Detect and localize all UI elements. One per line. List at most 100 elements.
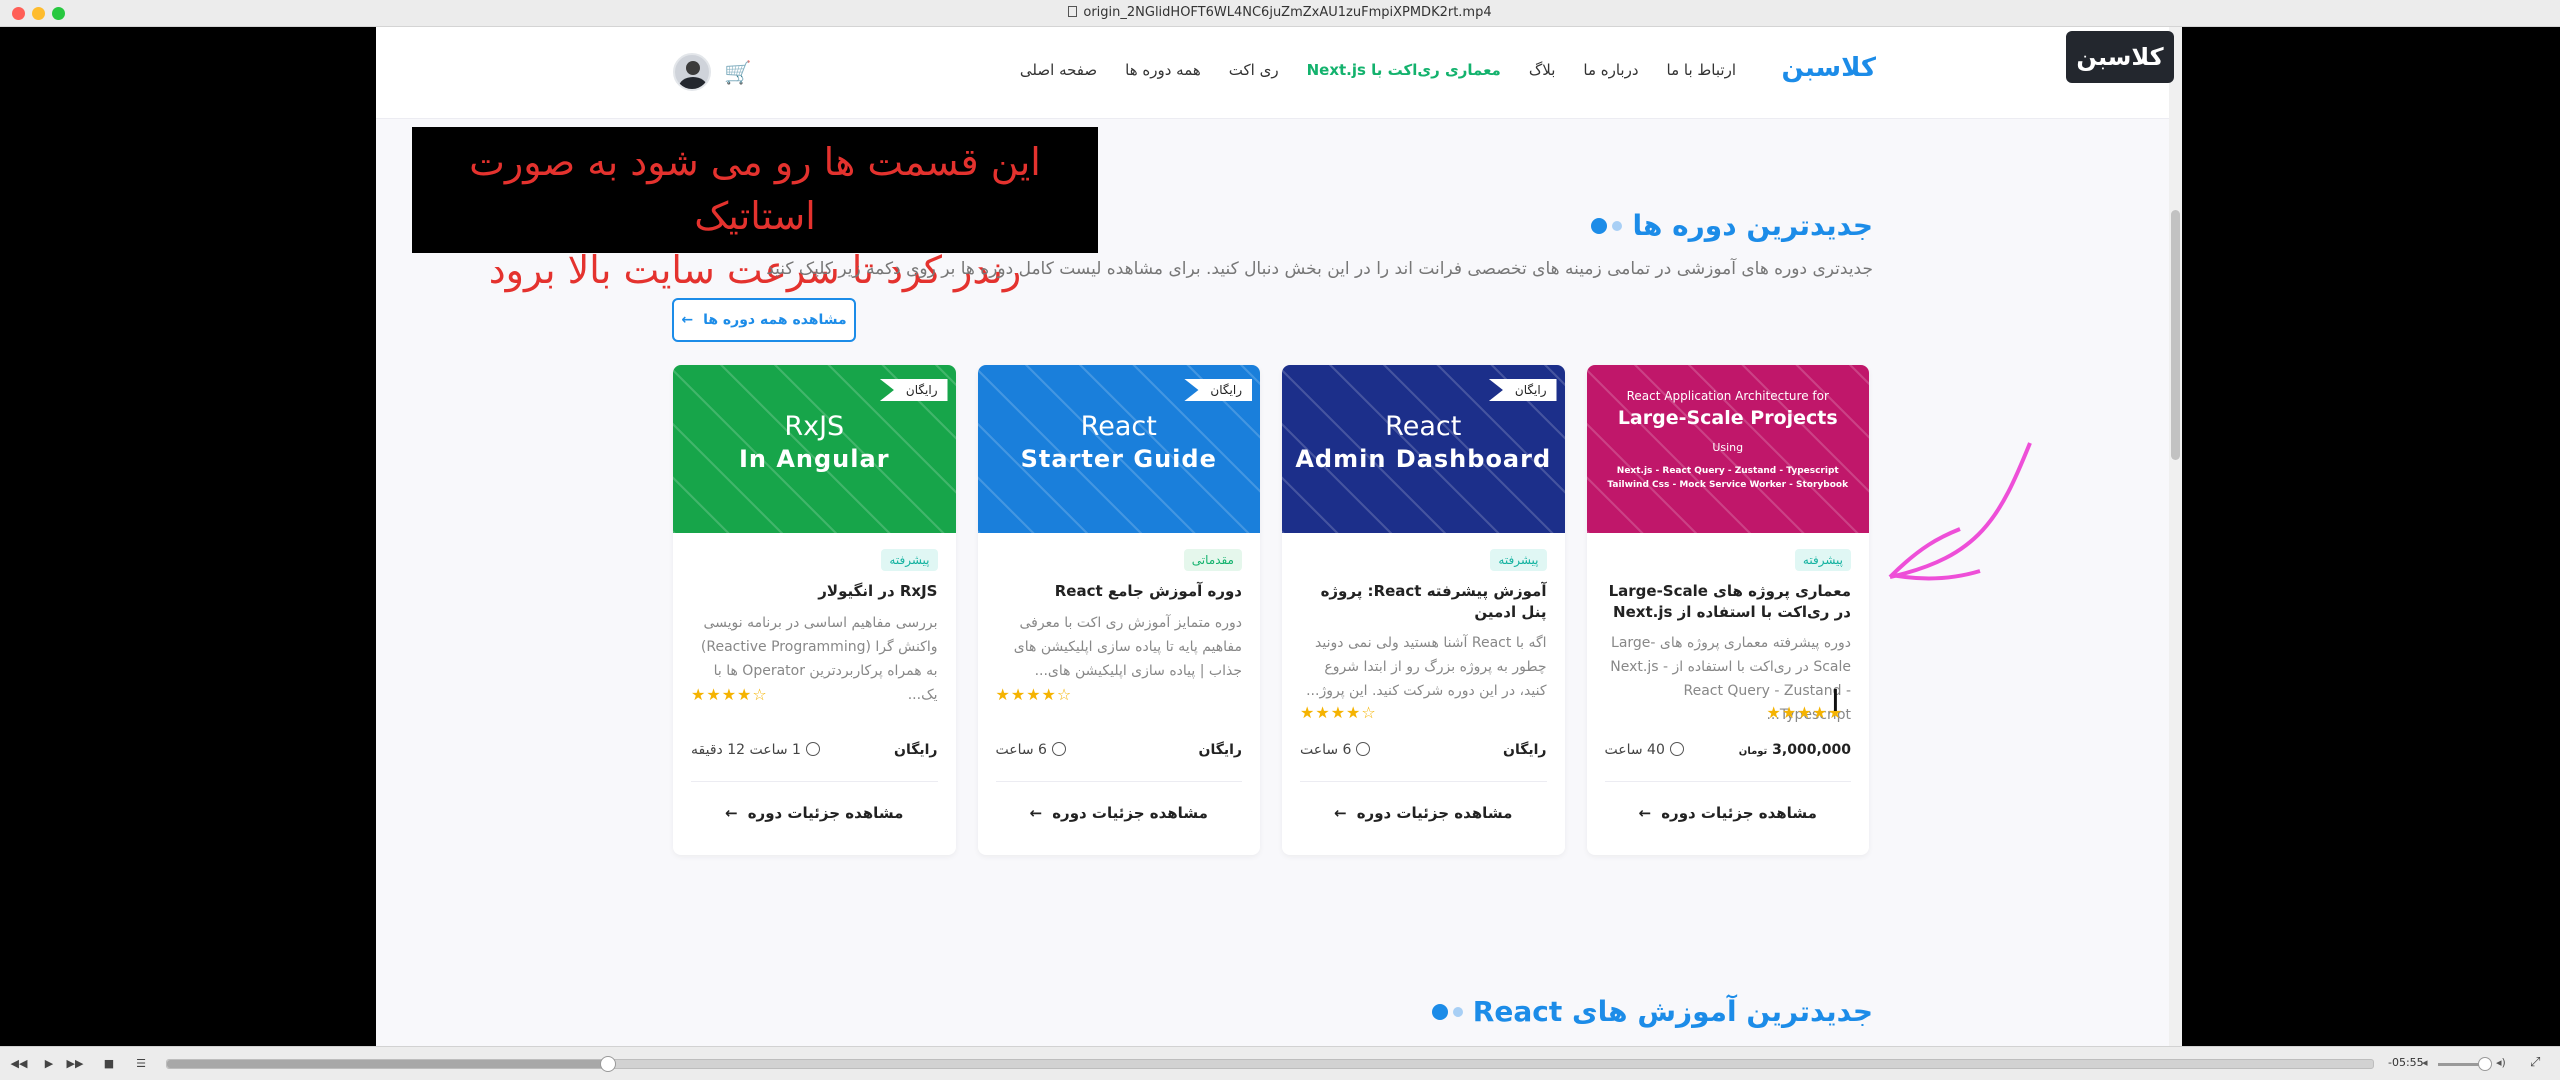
rewind-icon[interactable]: ◀◀	[8, 1055, 30, 1073]
view-all-courses-button[interactable]: مشاهده همه دوره ها ←	[672, 298, 856, 342]
thumb-line-5: Tailwind Css - Mock Service Worker - Sto…	[1607, 480, 1849, 490]
view-details-button[interactable]: مشاهده جزئیات دوره ←	[978, 795, 1261, 831]
thumb-line-2: Large-Scale Projects	[1617, 407, 1838, 429]
course-card-react-starter[interactable]: React Starter Guide رایگان مقدماتی دوره …	[977, 365, 1261, 855]
nav-home[interactable]: صفحه اصلی	[1020, 61, 1097, 79]
watermark-logo: کلاسبن	[2066, 31, 2174, 83]
course-card-large-scale[interactable]: React Application Architecture for Large…	[1586, 365, 1870, 855]
arrow-left-icon: ←	[1638, 804, 1652, 822]
seek-knob[interactable]	[600, 1056, 617, 1072]
arrow-left-icon: ←	[725, 804, 738, 822]
nav-contact[interactable]: ارتباط با ما	[1667, 61, 1736, 79]
section-subtitle: جدیدتری دوره های آموزشی در تمامی زمینه ه…	[766, 259, 1873, 279]
window-title: origin_2NGlidHOFT6WL4NC6juZmZxAU1zuFmpiX…	[0, 5, 2560, 20]
course-card-react-admin[interactable]: React Admin Dashboard رایگان پیشرفته آمو…	[1282, 365, 1565, 855]
remaining-time: -05:55	[2388, 1056, 2424, 1069]
thumb-line-1: React	[1080, 411, 1157, 442]
thumb-line-4: Next.js - React Query - Zustand - Typesc…	[1616, 466, 1839, 476]
cart-icon[interactable]: 🛒	[724, 61, 751, 86]
duration: 40 ساعت	[1605, 742, 1684, 758]
price: رایگان	[1198, 742, 1242, 758]
view-details-button[interactable]: مشاهده جزئیات دوره ←	[673, 795, 956, 831]
duration: 1 ساعت 12 دقیقه	[691, 742, 820, 758]
price: 3,000,000 تومان	[1738, 742, 1851, 758]
play-icon[interactable]: ▶	[38, 1055, 60, 1073]
window-title-text: origin_2NGlidHOFT6WL4NC6juZmZxAU1zuFmpiX…	[1083, 5, 1492, 20]
view-details-button[interactable]: مشاهده جزئیات دوره ←	[1282, 795, 1565, 831]
main-menu: صفحه اصلی همه دوره ها ری اکت معماری ری‌ا…	[1020, 61, 1736, 79]
arrow-left-icon: ←	[1334, 804, 1347, 822]
course-meta: 40 ساعت 3,000,000 تومان	[1605, 737, 1851, 763]
level-badge: مقدماتی	[1183, 549, 1242, 571]
price: رایگان	[894, 742, 938, 758]
title-dots-icon	[1431, 1003, 1463, 1020]
window-titlebar: origin_2NGlidHOFT6WL4NC6juZmZxAU1zuFmpiX…	[0, 0, 2560, 27]
nav-react-architecture[interactable]: معماری ری‌اکت با Next.js	[1307, 61, 1501, 79]
annotation-arrow	[1888, 442, 2032, 581]
overlay-annotation-banner: این قسمت ها رو می شود به صورت استاتیک رن…	[412, 127, 1098, 292]
course-description: اگه با React آشنا هستید ولی نمی دونید چط…	[1306, 635, 1547, 699]
banner-line-1: این قسمت ها رو می شود به صورت استاتیک	[469, 140, 1041, 238]
course-meta: 1 ساعت 12 دقیقه رایگان	[691, 737, 938, 763]
nav-blog[interactable]: بلاگ	[1529, 61, 1556, 79]
thumb-line-1: React Application Architecture for	[1626, 389, 1829, 403]
section2-title: جدیدترین آموزش های React	[1431, 995, 1873, 1028]
course-thumbnail[interactable]: React Application Architecture for Large…	[1586, 365, 1869, 533]
clock-icon	[805, 742, 820, 756]
arrow-left-icon: ←	[681, 312, 694, 328]
section-title-text: جدیدترین دوره ها	[1632, 209, 1873, 242]
nav-react[interactable]: ری اکت	[1229, 61, 1279, 79]
nav-all-courses[interactable]: همه دوره ها	[1125, 61, 1201, 79]
text-cursor-icon: I	[1831, 684, 1840, 719]
volume-knob[interactable]	[2478, 1057, 2492, 1071]
site-logo[interactable]: کلاسبن	[1782, 53, 1876, 83]
video-frame: کلاسبن صفحه اصلی همه دوره ها ری اکت معما…	[0, 27, 2560, 1046]
arrow-left-icon: ←	[1029, 804, 1043, 822]
course-title[interactable]: آموزش پیشرفته React: پروژه پنل ادمین	[1300, 581, 1547, 623]
course-thumbnail[interactable]: React Starter Guide رایگان	[977, 365, 1260, 533]
thumb-line-2: Admin Dashboard	[1295, 445, 1552, 473]
course-title[interactable]: RxJS در انگیولار	[691, 581, 937, 602]
section2-title-text: جدیدترین آموزش های React	[1472, 995, 1873, 1028]
section-title: جدیدترین دوره ها	[1591, 209, 1873, 242]
course-thumbnail[interactable]: RxJS In Angular رایگان	[673, 365, 956, 533]
player-controls: ◀◀ ▶ ▶▶ ■ ☰ -05:55 ◂ ◂) ⤢	[0, 1046, 2560, 1080]
site-header: کلاسبن صفحه اصلی همه دوره ها ری اکت معما…	[376, 27, 2182, 119]
scrollbar-thumb[interactable]	[2171, 210, 2180, 460]
course-title[interactable]: دوره آموزش جامع React	[996, 581, 1242, 602]
level-badge: پیشرفته	[881, 549, 938, 571]
view-details-button[interactable]: مشاهده جزئیات دوره ←	[1587, 795, 1870, 831]
clock-icon	[1051, 742, 1066, 756]
volume-low-icon[interactable]: ◂	[2422, 1056, 2428, 1069]
course-title[interactable]: معماری پروژه های Large-Scale در ری‌اکت ب…	[1605, 581, 1851, 623]
user-avatar[interactable]	[673, 53, 711, 91]
title-dots-icon	[1591, 217, 1623, 234]
thumb-line-2: Starter Guide	[1020, 445, 1217, 473]
rating-stars: ★★★★☆	[1300, 703, 1377, 722]
rating-stars: ★★★★☆	[995, 685, 1073, 704]
stop-icon[interactable]: ■	[98, 1055, 120, 1073]
nav-about[interactable]: درباره ما	[1583, 61, 1638, 79]
thumb-line-1: RxJS	[784, 411, 845, 442]
currency-label: تومان	[1738, 746, 1768, 757]
level-badge: پیشرفته	[1794, 549, 1851, 571]
price: رایگان	[1503, 742, 1547, 758]
course-meta: 6 ساعت رایگان	[996, 737, 1242, 763]
duration: 6 ساعت	[996, 742, 1066, 758]
page-scrollbar[interactable]	[2169, 27, 2182, 1046]
thumb-line-1: React	[1385, 411, 1462, 442]
fast-forward-icon[interactable]: ▶▶	[64, 1055, 86, 1073]
clock-icon	[1356, 742, 1371, 756]
document-icon	[1068, 6, 1078, 17]
playlist-icon[interactable]: ☰	[130, 1055, 152, 1073]
seek-bar[interactable]	[166, 1056, 2374, 1072]
course-description: دوره متمایز آموزش ری اکت با معرفی مفاهیم…	[1013, 615, 1242, 679]
view-all-label: مشاهده همه دوره ها	[703, 312, 847, 328]
volume-high-icon[interactable]: ◂)	[2496, 1056, 2506, 1069]
level-badge: پیشرفته	[1490, 549, 1547, 571]
duration: 6 ساعت	[1300, 742, 1371, 758]
course-thumbnail[interactable]: React Admin Dashboard رایگان	[1282, 365, 1565, 533]
course-card-rxjs[interactable]: RxJS In Angular رایگان پیشرفته RxJS در ا…	[673, 365, 956, 855]
fullscreen-icon[interactable]: ⤢	[2530, 1055, 2540, 1070]
thumb-line-3: Using	[1712, 441, 1744, 454]
